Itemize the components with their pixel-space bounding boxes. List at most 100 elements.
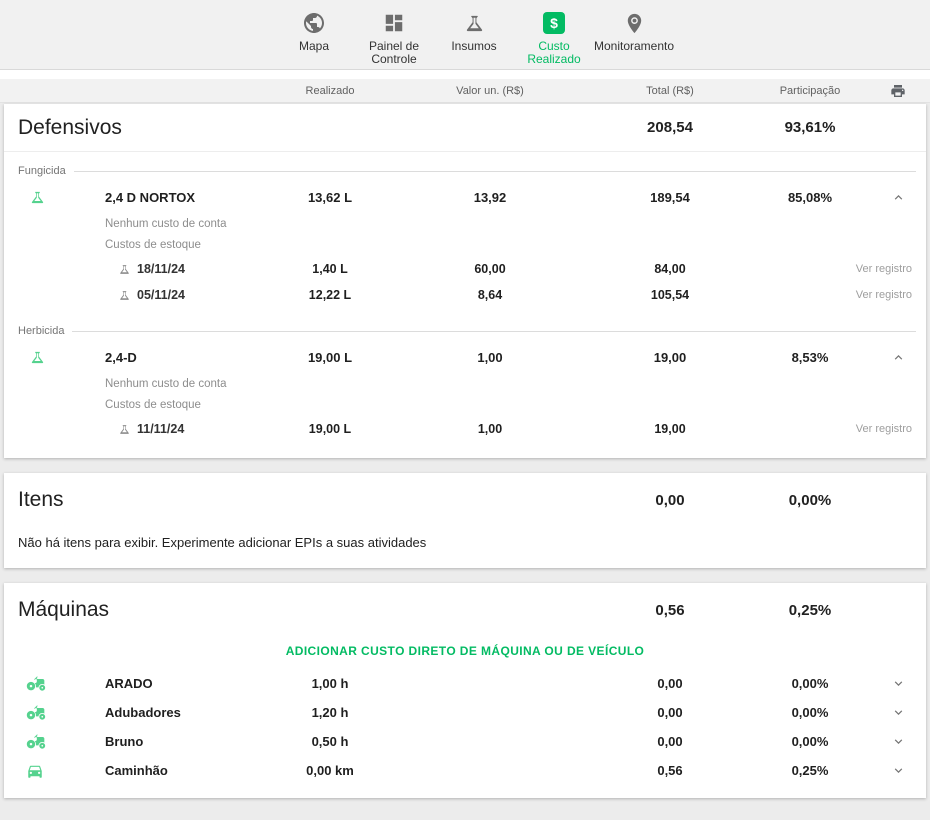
machine-participacao: 0,00% <box>750 734 870 749</box>
machine-row[interactable]: Bruno 0,50 h 0,00 0,00% <box>4 727 926 756</box>
machine-realizado: 0,50 h <box>270 734 390 749</box>
section-participacao: 93,61% <box>750 119 870 136</box>
tractor-icon <box>26 674 46 694</box>
nav-label: Mapa <box>299 40 329 53</box>
machine-total: 0,00 <box>590 676 750 691</box>
stock-valor-un: 8,64 <box>390 288 590 302</box>
nav-item-monitoramento[interactable]: Monitoramento <box>596 9 672 53</box>
stock-realizado: 19,00 L <box>270 422 390 436</box>
monitoring-pin-icon <box>623 9 646 37</box>
add-machine-cost-link[interactable]: ADICIONAR CUSTO DIRETO DE MÁQUINA OU DE … <box>286 644 645 658</box>
nav-label: Insumos <box>451 40 496 53</box>
product-total: 19,00 <box>590 350 750 365</box>
section-total: 208,54 <box>590 119 750 136</box>
section-itens: Itens 0,00 0,00% Não há itens para exibi… <box>4 473 926 568</box>
flask-icon <box>29 189 46 206</box>
stock-cost-row: 11/11/24 19,00 L 1,00 19,00 Ver registro <box>4 416 926 442</box>
machine-total: 0,56 <box>590 763 750 778</box>
product-name: 2,4 D NORTOX <box>105 190 195 205</box>
table-column-header: Realizado Valor un. (R$) Total (R$) Part… <box>0 79 930 103</box>
group-divider <box>74 171 916 172</box>
section-title-defensivos: Defensivos <box>4 116 590 140</box>
machine-realizado: 1,00 h <box>270 676 390 691</box>
machine-row[interactable]: ARADO 1,00 h 0,00 0,00% <box>4 669 926 698</box>
itens-empty-message: Não há itens para exibir. Experimente ad… <box>4 519 926 568</box>
stock-cost-row: 18/11/24 1,40 L 60,00 84,00 Ver registro <box>4 256 926 282</box>
product-realizado: 13,62 L <box>270 190 390 205</box>
spacer <box>0 70 930 79</box>
group-fungicida: Fungicida <box>4 162 926 180</box>
ver-registro-link[interactable]: Ver registro <box>750 289 926 301</box>
machine-name: Bruno <box>105 734 143 749</box>
stock-realizado: 1,40 L <box>270 262 390 276</box>
machine-participacao: 0,00% <box>750 705 870 720</box>
stock-valor-un: 1,00 <box>390 422 590 436</box>
chevron-up-icon[interactable] <box>870 190 926 205</box>
column-header-total: Total (R$) <box>590 85 750 97</box>
chevron-down-icon[interactable] <box>870 734 926 749</box>
stock-realizado: 12,22 L <box>270 288 390 302</box>
section-title-itens: Itens <box>4 488 590 512</box>
machine-total: 0,00 <box>590 734 750 749</box>
stock-date: 11/11/24 <box>137 422 184 436</box>
flask-icon <box>29 349 46 366</box>
nav-label: Custo Realizado <box>516 40 592 66</box>
stock-total: 84,00 <box>590 262 750 276</box>
stock-date: 18/11/24 <box>137 262 185 276</box>
machine-realizado: 0,00 km <box>270 763 390 778</box>
product-name: 2,4-D <box>105 350 137 365</box>
flask-icon <box>118 289 131 302</box>
nav-item-insumos[interactable]: Insumos <box>436 9 512 53</box>
globe-icon <box>302 9 326 37</box>
machine-row[interactable]: Caminhão 0,00 km 0,56 0,25% <box>4 756 926 785</box>
machine-name: ARADO <box>105 676 153 691</box>
printer-icon[interactable] <box>870 83 926 99</box>
stock-total: 105,54 <box>590 288 750 302</box>
section-total: 0,00 <box>590 492 750 509</box>
section-total: 0,56 <box>590 602 750 619</box>
section-defensivos: Defensivos 208,54 93,61% Fungicida 2,4 D… <box>4 104 926 458</box>
product-total: 189,54 <box>590 190 750 205</box>
machine-participacao: 0,25% <box>750 763 870 778</box>
group-divider <box>72 331 916 332</box>
nav-label: Painel de Controle <box>356 40 432 66</box>
chevron-down-icon[interactable] <box>870 676 926 691</box>
stock-total: 19,00 <box>590 422 750 436</box>
machine-realizado: 1,20 h <box>270 705 390 720</box>
ver-registro-link[interactable]: Ver registro <box>750 423 926 435</box>
column-header-participacao: Participação <box>750 85 870 97</box>
chevron-down-icon[interactable] <box>870 705 926 720</box>
tractor-icon <box>26 703 46 723</box>
chevron-down-icon[interactable] <box>870 763 926 778</box>
product-row[interactable]: 2,4-D 19,00 L 1,00 19,00 8,53% <box>4 340 926 374</box>
page-content: Defensivos 208,54 93,61% Fungicida 2,4 D… <box>0 103 930 798</box>
no-account-cost-label: Nenhum custo de conta <box>4 374 926 395</box>
nav-item-custo-realizado[interactable]: $ Custo Realizado <box>516 9 592 66</box>
nav-item-mapa[interactable]: Mapa <box>276 9 352 53</box>
column-header-realizado: Realizado <box>270 85 390 97</box>
product-participacao: 8,53% <box>750 350 870 365</box>
column-header-valor-un: Valor un. (R$) <box>390 85 590 97</box>
machine-row[interactable]: Adubadores 1,20 h 0,00 0,00% <box>4 698 926 727</box>
machine-participacao: 0,00% <box>750 676 870 691</box>
product-participacao: 85,08% <box>750 190 870 205</box>
product-row[interactable]: 2,4 D NORTOX 13,62 L 13,92 189,54 85,08% <box>4 180 926 214</box>
section-maquinas: Máquinas 0,56 0,25% ADICIONAR CUSTO DIRE… <box>4 583 926 798</box>
stock-costs-label: Custos de estoque <box>4 395 926 416</box>
machine-name: Caminhão <box>105 763 168 778</box>
flask-icon <box>118 263 131 276</box>
truck-icon <box>26 762 46 780</box>
stock-valor-un: 60,00 <box>390 262 590 276</box>
chevron-up-icon[interactable] <box>870 350 926 365</box>
section-participacao: 0,25% <box>750 602 870 619</box>
stock-costs-label: Custos de estoque <box>4 235 926 256</box>
nav-item-painel-de-controle[interactable]: Painel de Controle <box>356 9 432 66</box>
ver-registro-link[interactable]: Ver registro <box>750 263 926 275</box>
flask-icon <box>463 9 486 37</box>
flask-icon <box>118 423 131 436</box>
dollar-square-icon: $ <box>543 9 565 37</box>
product-realizado: 19,00 L <box>270 350 390 365</box>
stock-date: 05/11/24 <box>137 288 185 302</box>
machine-name: Adubadores <box>105 705 181 720</box>
machine-total: 0,00 <box>590 705 750 720</box>
